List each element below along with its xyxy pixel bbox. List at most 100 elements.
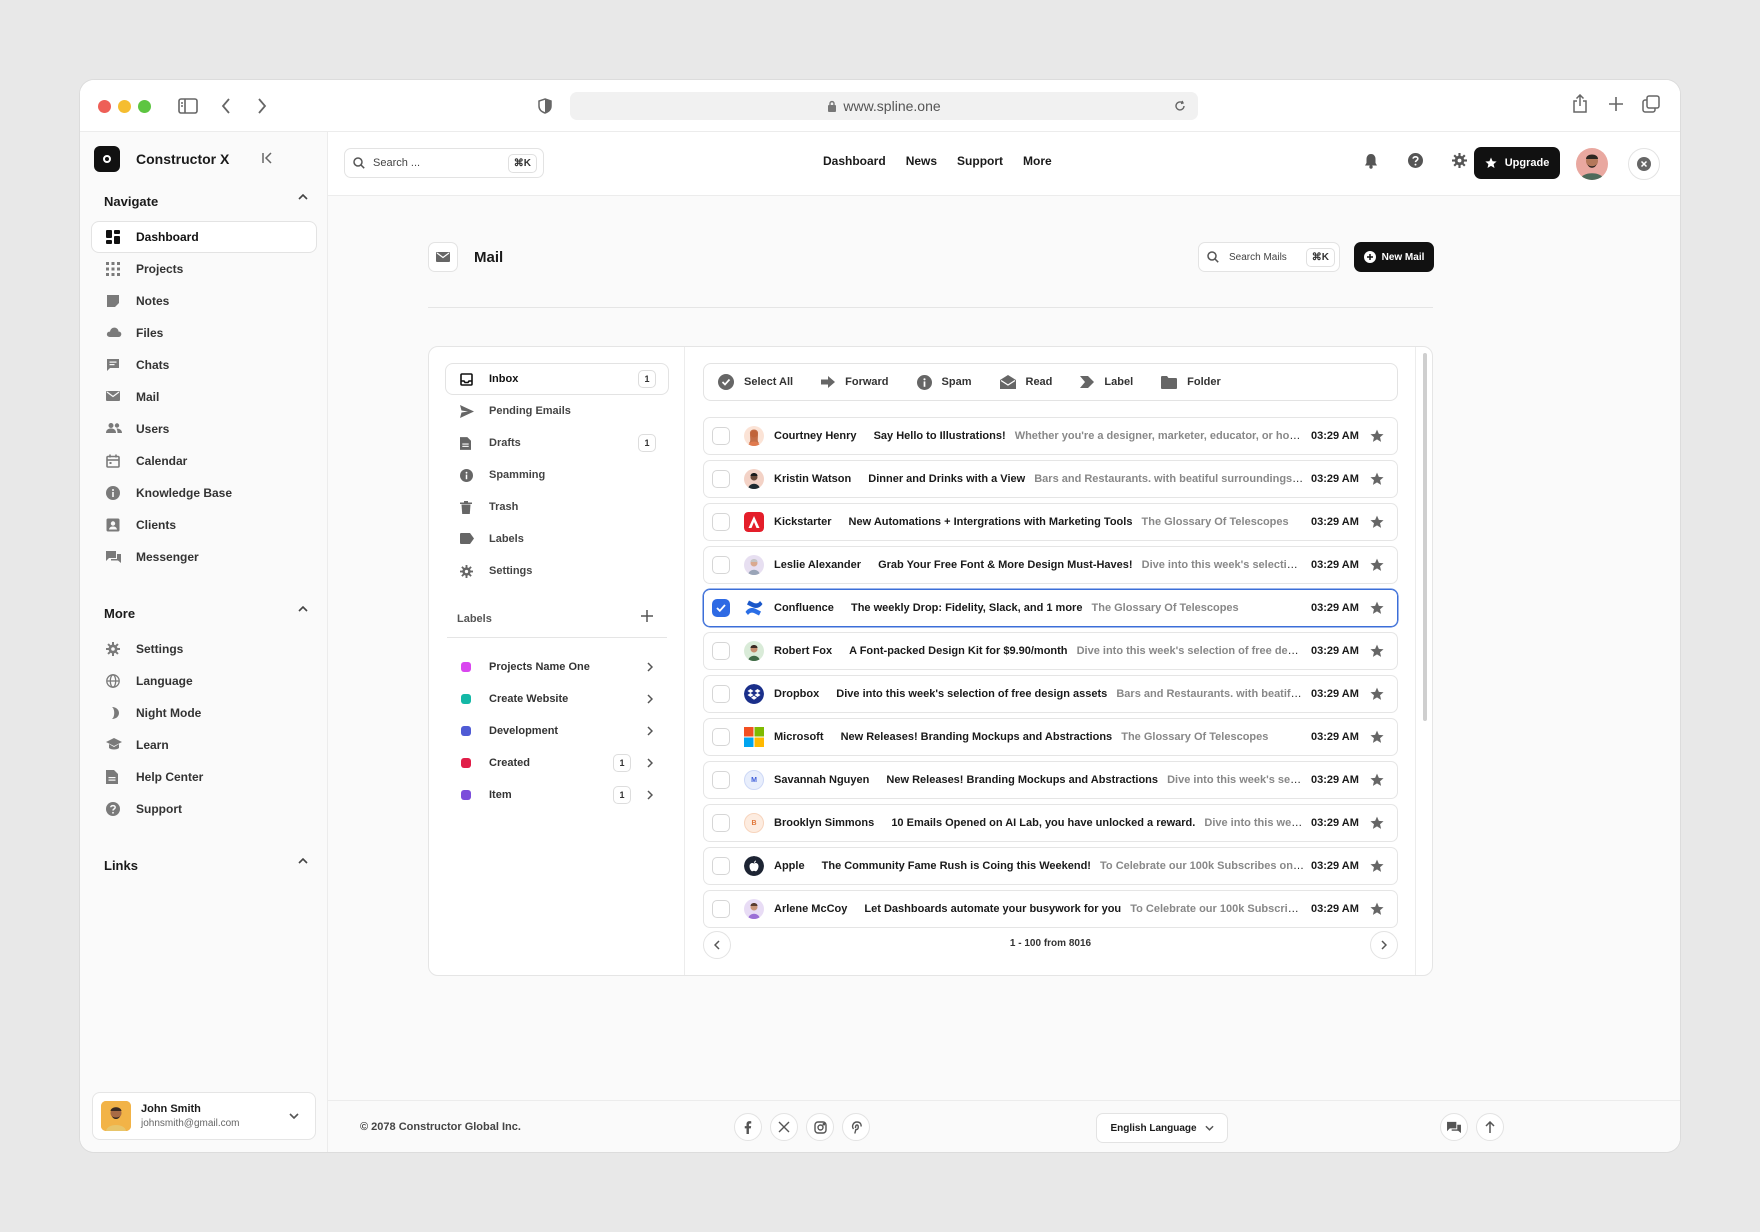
star-icon[interactable]	[1370, 429, 1384, 443]
star-icon[interactable]	[1370, 687, 1384, 701]
collapse-sidebar-icon[interactable]	[262, 152, 276, 164]
folder-drafts[interactable]: Drafts 1	[446, 428, 668, 458]
facebook-icon[interactable]	[734, 1113, 762, 1141]
x-twitter-icon[interactable]	[770, 1113, 798, 1141]
shield-icon[interactable]	[538, 98, 552, 114]
share-icon[interactable]	[1572, 94, 1588, 114]
row-checkbox[interactable]	[712, 513, 730, 531]
sidebar-item-files[interactable]: Files	[92, 318, 316, 348]
sidebar-item-notes[interactable]: Notes	[92, 286, 316, 316]
sidebar-item-messenger[interactable]: Messenger	[92, 542, 316, 572]
mail-row[interactable]: Kickstarter New Automations + Intergrati…	[703, 503, 1398, 541]
select-all-button[interactable]: Select All	[718, 374, 793, 390]
links-section-header[interactable]: Links	[104, 858, 308, 873]
next-page-button[interactable]	[1370, 931, 1398, 959]
reload-icon[interactable]	[1174, 100, 1186, 112]
help-icon[interactable]	[1408, 153, 1423, 168]
star-icon[interactable]	[1370, 515, 1384, 529]
close-window-button[interactable]	[98, 100, 111, 113]
navigate-section-header[interactable]: Navigate	[104, 194, 308, 209]
read-button[interactable]: Read	[999, 375, 1052, 389]
sidebar-item-projects[interactable]: Projects	[92, 254, 316, 284]
language-selector[interactable]: English Language	[1096, 1113, 1228, 1143]
folder-settings[interactable]: Settings	[446, 556, 668, 586]
sidebar-item-calendar[interactable]: Calendar	[92, 446, 316, 476]
sidebar-item-help-center[interactable]: Help Center	[92, 762, 316, 792]
pinterest-icon[interactable]	[842, 1113, 870, 1141]
topnav-news[interactable]: News	[906, 154, 937, 168]
maximize-window-button[interactable]	[138, 100, 151, 113]
folder-button[interactable]: Folder	[1161, 375, 1221, 389]
mail-list-scrollbar[interactable]	[1415, 347, 1433, 975]
folder-inbox[interactable]: Inbox 1	[446, 364, 668, 394]
gear-icon[interactable]	[1452, 153, 1467, 168]
minimize-window-button[interactable]	[118, 100, 131, 113]
close-button[interactable]	[1628, 148, 1660, 180]
mail-row[interactable]: Microsoft New Releases! Branding Mockups…	[703, 718, 1398, 756]
sidebar-item-mail[interactable]: Mail	[92, 382, 316, 412]
sidebar-toggle-icon[interactable]	[178, 97, 198, 115]
row-checkbox[interactable]	[712, 728, 730, 746]
add-label-icon[interactable]	[641, 610, 653, 622]
folder-pending-emails[interactable]: Pending Emails	[446, 396, 668, 426]
mail-row[interactable]: Kristin Watson Dinner and Drinks with a …	[703, 460, 1398, 498]
back-icon[interactable]	[221, 98, 231, 114]
mail-row[interactable]: Arlene McCoy Let Dashboards automate you…	[703, 890, 1398, 928]
new-tab-icon[interactable]	[1608, 96, 1624, 112]
folder-spamming[interactable]: Spamming	[446, 460, 668, 490]
label-item[interactable]: Created 1	[447, 748, 669, 778]
star-icon[interactable]	[1370, 644, 1384, 658]
row-checkbox[interactable]	[712, 771, 730, 789]
label-item[interactable]: Create Website	[447, 684, 669, 714]
row-checkbox[interactable]	[712, 556, 730, 574]
mail-search-input[interactable]: Search Mails ⌘K	[1198, 242, 1340, 272]
upgrade-button[interactable]: Upgrade	[1474, 147, 1560, 179]
row-checkbox[interactable]	[712, 900, 730, 918]
star-icon[interactable]	[1370, 902, 1384, 916]
sidebar-item-chats[interactable]: Chats	[92, 350, 316, 380]
new-mail-button[interactable]: New Mail	[1354, 242, 1434, 272]
mail-row[interactable]: Leslie Alexander Grab Your Free Font & M…	[703, 546, 1398, 584]
topnav-support[interactable]: Support	[957, 154, 1003, 168]
folder-trash[interactable]: Trash	[446, 492, 668, 522]
sidebar-item-night-mode[interactable]: Night Mode	[92, 698, 316, 728]
label-item[interactable]: Projects Name One	[447, 652, 669, 682]
sidebar-item-language[interactable]: Language	[92, 666, 316, 696]
sidebar-item-learn[interactable]: Learn	[92, 730, 316, 760]
bell-icon[interactable]	[1364, 153, 1378, 169]
row-checkbox[interactable]	[712, 857, 730, 875]
star-icon[interactable]	[1370, 859, 1384, 873]
star-icon[interactable]	[1370, 816, 1384, 830]
spam-button[interactable]: Spam	[916, 374, 972, 390]
more-section-header[interactable]: More	[104, 606, 308, 621]
star-icon[interactable]	[1370, 730, 1384, 744]
mail-row[interactable]: Dropbox Dive into this week's selection …	[703, 675, 1398, 713]
mail-row[interactable]: Apple The Community Fame Rush is Coing t…	[703, 847, 1398, 885]
mail-row[interactable]: M Savannah Nguyen New Releases! Branding…	[703, 761, 1398, 799]
scrollbar-thumb[interactable]	[1423, 353, 1427, 721]
row-checkbox[interactable]	[712, 599, 730, 617]
sidebar-item-dashboard[interactable]: Dashboard	[92, 222, 316, 252]
label-button[interactable]: Label	[1080, 376, 1133, 388]
row-checkbox[interactable]	[712, 470, 730, 488]
sidebar-item-users[interactable]: Users	[92, 414, 316, 444]
address-bar[interactable]: www.spline.one	[570, 92, 1198, 120]
instagram-icon[interactable]	[806, 1113, 834, 1141]
brand[interactable]: Constructor X	[94, 146, 229, 172]
tabs-overview-icon[interactable]	[1642, 95, 1660, 113]
forward-button[interactable]: Forward	[821, 376, 889, 388]
mail-row[interactable]: Confluence The weekly Drop: Fidelity, Sl…	[703, 589, 1398, 627]
row-checkbox[interactable]	[712, 685, 730, 703]
mail-row[interactable]: B Brooklyn Simmons 10 Emails Opened on A…	[703, 804, 1398, 842]
profile-avatar[interactable]	[1576, 148, 1608, 180]
sidebar-item-clients[interactable]: Clients	[92, 510, 316, 540]
row-checkbox[interactable]	[712, 427, 730, 445]
star-icon[interactable]	[1370, 472, 1384, 486]
user-menu[interactable]: John Smith johnsmith@gmail.com	[92, 1092, 316, 1140]
mail-row[interactable]: Robert Fox A Font-packed Design Kit for …	[703, 632, 1398, 670]
sidebar-item-settings[interactable]: Settings	[92, 634, 316, 664]
forward-icon[interactable]	[257, 98, 267, 114]
topnav-dashboard[interactable]: Dashboard	[823, 154, 886, 168]
topnav-more[interactable]: More	[1023, 154, 1052, 168]
global-search[interactable]: Search ... ⌘K	[344, 148, 544, 178]
